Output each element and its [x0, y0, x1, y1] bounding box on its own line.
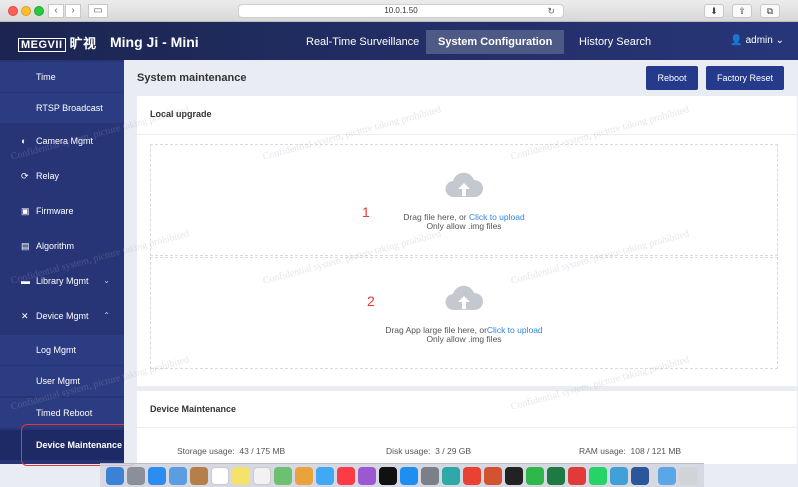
- app-icon[interactable]: [442, 467, 460, 485]
- back-button[interactable]: ‹: [48, 4, 64, 18]
- podcasts-icon[interactable]: [358, 467, 376, 485]
- user-icon: 👤: [730, 35, 743, 46]
- sidebar-item-algorithm[interactable]: ▤ Algorithm: [0, 231, 124, 261]
- firmware-icon: ▣: [21, 206, 30, 216]
- app-store-icon[interactable]: [400, 467, 418, 485]
- word-icon[interactable]: [631, 467, 649, 485]
- sidebar-item-rtsp-broadcast[interactable]: RTSP Broadcast: [0, 93, 124, 123]
- app-title: Ming Ji - Mini: [110, 34, 199, 50]
- app-icon[interactable]: [610, 467, 628, 485]
- reload-icon[interactable]: ↻: [547, 5, 555, 17]
- sidebar-item-time[interactable]: Time: [0, 62, 124, 92]
- contacts-icon[interactable]: [190, 467, 208, 485]
- powerpoint-icon[interactable]: [484, 467, 502, 485]
- sidebar-toggle-icon[interactable]: ▭: [88, 4, 108, 18]
- whatsapp-icon[interactable]: [589, 467, 607, 485]
- folder-icon: ▬: [21, 276, 30, 286]
- file-type-hint-1: Only allow .img files: [426, 221, 502, 231]
- main-content: System maintenance Reboot Factory Reset …: [124, 60, 798, 464]
- browser-toolbar: ‹ › ▭ 10.0.1.50 ↻ ⬇ ⇪ ⧉: [0, 0, 798, 22]
- tab-history-search[interactable]: History Search: [567, 30, 663, 54]
- cloud-upload-icon: [445, 172, 484, 198]
- ram-usage: RAM usage: 108 / 121 MB: [579, 446, 682, 456]
- factory-reset-button[interactable]: Factory Reset: [706, 66, 784, 90]
- device-maintenance-card: Device Maintenance Storage usage: 43 / 1…: [137, 391, 797, 464]
- close-window-button[interactable]: [8, 6, 18, 16]
- upload-zone-firmware[interactable]: Drag file here, or Click to upload Only …: [150, 144, 778, 256]
- local-upgrade-card: Local upgrade Drag file here, or Click t…: [137, 96, 797, 386]
- user-name: admin: [745, 35, 773, 46]
- apple-tv-icon[interactable]: [379, 467, 397, 485]
- upload-zone-app[interactable]: Drag App large file here, orClick to upl…: [150, 257, 778, 369]
- annotation-marker-1: 1: [362, 204, 370, 220]
- algorithm-icon: ▤: [21, 241, 30, 251]
- device-maintenance-title: Device Maintenance: [150, 404, 237, 414]
- forward-button[interactable]: ›: [65, 4, 81, 18]
- tools-icon: ✕: [21, 311, 29, 321]
- local-upgrade-title: Local upgrade: [150, 109, 212, 119]
- sidebar-item-device-mgmt[interactable]: ✕ Device Mgmt ⌃: [0, 301, 124, 331]
- downloads-icon[interactable]: ⬇: [704, 4, 724, 18]
- sidebar-item-user-mgmt[interactable]: User Mgmt: [0, 366, 124, 396]
- music-icon[interactable]: [337, 467, 355, 485]
- tab-system-configuration[interactable]: System Configuration: [426, 30, 565, 54]
- divider: [137, 134, 797, 135]
- launchpad-icon[interactable]: [127, 467, 145, 485]
- sidebar-item-log-mgmt[interactable]: Log Mgmt: [0, 335, 124, 365]
- photos-icon[interactable]: [295, 467, 313, 485]
- tab-real-time-surveillance[interactable]: Real-Time Surveillance: [294, 30, 431, 54]
- share-icon[interactable]: ⇪: [732, 4, 752, 18]
- mail-icon[interactable]: [169, 467, 187, 485]
- maps-icon[interactable]: [274, 467, 292, 485]
- chrome-icon[interactable]: [463, 467, 481, 485]
- sidebar-item-library-mgmt[interactable]: ▬ Library Mgmt ⌄: [0, 266, 124, 296]
- divider: [137, 427, 797, 428]
- notes-icon[interactable]: [232, 467, 250, 485]
- calendar-icon[interactable]: [211, 467, 229, 485]
- zoom-window-button[interactable]: [34, 6, 44, 16]
- storage-usage: Storage usage: 43 / 175 MB: [177, 446, 286, 456]
- chevron-up-icon: ⌃: [103, 311, 110, 320]
- finder-icon[interactable]: [106, 467, 124, 485]
- excel-icon[interactable]: [547, 467, 565, 485]
- annotation-highlight: [21, 424, 136, 466]
- chevron-down-icon: ⌄: [103, 276, 110, 285]
- megvii-logo: MEGVII 旷视: [18, 33, 97, 52]
- sidebar-item-firmware[interactable]: ▣ Firmware: [0, 196, 124, 226]
- chevron-down-icon: ⌄: [775, 35, 784, 46]
- address-bar[interactable]: 10.0.1.50 ↻: [238, 4, 564, 18]
- terminal-icon[interactable]: [505, 467, 523, 485]
- tabs-overview-icon[interactable]: ⧉: [760, 4, 780, 18]
- app-icon[interactable]: [568, 467, 586, 485]
- disk-usage: Disk usage: 3 / 29 GB: [386, 446, 472, 456]
- line-icon[interactable]: [526, 467, 544, 485]
- annotation-marker-2: 2: [367, 293, 375, 309]
- messages-icon[interactable]: [316, 467, 334, 485]
- file-type-hint-2: Only allow .img files: [426, 334, 502, 344]
- minimize-window-button[interactable]: [21, 6, 31, 16]
- app-header: MEGVII 旷视 Ming Ji - Mini Real-Time Surve…: [0, 22, 798, 60]
- camera-icon: ◐: [21, 136, 27, 146]
- relay-icon: ⟳: [21, 171, 29, 181]
- cloud-upload-icon: [445, 285, 484, 311]
- system-preferences-icon[interactable]: [421, 467, 439, 485]
- safari-icon[interactable]: [148, 467, 166, 485]
- reminders-icon[interactable]: [253, 467, 271, 485]
- downloads-folder-icon[interactable]: [658, 467, 676, 485]
- url-text: 10.0.1.50: [384, 6, 418, 15]
- macos-dock: [100, 463, 704, 487]
- sidebar-item-camera-mgmt[interactable]: ◐ Camera Mgmt: [0, 126, 124, 156]
- reboot-button[interactable]: Reboot: [646, 66, 698, 90]
- page-title: System maintenance: [137, 72, 247, 84]
- sidebar: Time RTSP Broadcast ◐ Camera Mgmt ⟳ Rela…: [0, 60, 124, 464]
- sidebar-item-relay[interactable]: ⟳ Relay: [0, 161, 124, 191]
- user-menu[interactable]: 👤 admin ⌄: [730, 35, 784, 46]
- trash-icon[interactable]: [679, 467, 697, 485]
